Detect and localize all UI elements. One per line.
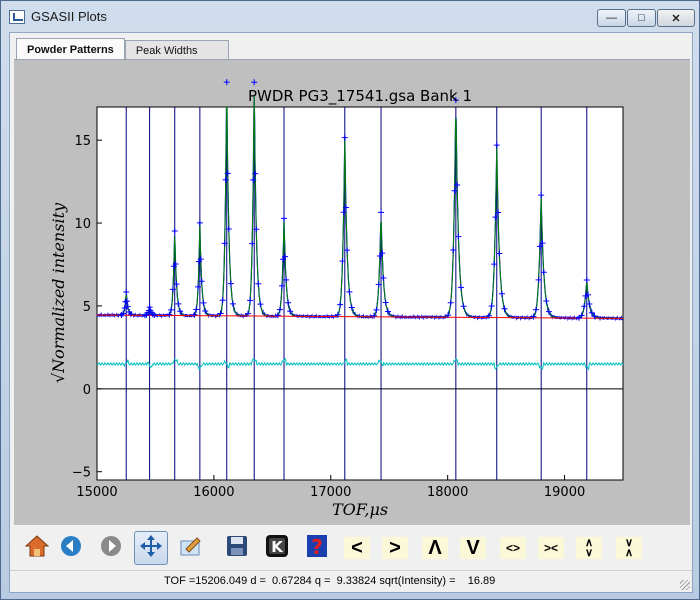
- arrow-right-icon: [98, 533, 124, 564]
- window-title: GSASII Plots: [31, 9, 107, 24]
- move-icon: [138, 533, 164, 564]
- y-tick-label: 5: [83, 300, 91, 315]
- contract-x-icon: ><: [538, 537, 564, 559]
- expand-x-button[interactable]: <>: [496, 531, 530, 565]
- tab-peak-widths[interactable]: Peak Widths: [124, 40, 229, 60]
- x-tick-label: 15000: [76, 485, 117, 500]
- contract-x-button[interactable]: ><: [534, 531, 568, 565]
- maximize-button[interactable]: □: [627, 9, 656, 27]
- shift-right-button[interactable]: >: [378, 531, 412, 565]
- observed-point: [223, 79, 230, 86]
- chart-title: PWDR PG3_17541.gsa Bank 1: [248, 87, 472, 106]
- x-tick-label: 17000: [310, 485, 351, 500]
- plot-toolbar: K? < > Λ V <> >< ∧ ∨ ∨ ∧: [14, 529, 690, 567]
- status-bar: TOF =15206.049 d = 0.67284 q = 9.33824 s…: [10, 570, 692, 592]
- configure-subplots-button[interactable]: [174, 531, 208, 565]
- y-axis-label: √Normalized intensity: [49, 202, 68, 383]
- x-tick-label: 19000: [544, 485, 585, 500]
- expand-x-icon: <>: [500, 537, 526, 559]
- plot-axes: [96, 106, 624, 481]
- shift-up-button[interactable]: Λ: [418, 531, 452, 565]
- powder-pattern-plot[interactable]: 15000 16000 17000 18000 19000 −5 0 5 10 15 PWDR P…: [14, 60, 690, 526]
- floppy-icon: [224, 533, 250, 564]
- minimize-button[interactable]: —: [597, 9, 626, 27]
- pan-button[interactable]: [134, 531, 168, 565]
- y-tick-label: −5: [72, 466, 91, 481]
- contract-y-icon: ∨ ∧: [616, 537, 642, 559]
- shift-left-icon: <: [344, 537, 370, 559]
- y-tick-label: 15: [74, 134, 91, 149]
- maximize-icon: □: [638, 12, 645, 24]
- save-button[interactable]: [220, 531, 254, 565]
- client-area: Powder Patterns Peak Widths 15000 16000 17…: [9, 32, 693, 593]
- app-icon: [9, 10, 25, 24]
- home-button[interactable]: [20, 531, 54, 565]
- tab-panel: 15000 16000 17000 18000 19000 −5 0 5 10 15 PWDR P…: [14, 59, 690, 525]
- y-tick-label: 10: [74, 217, 91, 232]
- home-icon: [24, 533, 50, 564]
- minimize-icon: —: [606, 12, 617, 24]
- key-press-button[interactable]: K: [260, 531, 294, 565]
- forward-button[interactable]: [94, 531, 128, 565]
- plot-window: GSASII Plots — □ ✕ Powder Patterns Peak …: [0, 0, 700, 600]
- contract-y-button[interactable]: ∨ ∧: [612, 531, 646, 565]
- svg-text:K: K: [271, 538, 284, 556]
- svg-text:?: ?: [311, 535, 323, 559]
- close-icon: ✕: [671, 12, 681, 25]
- tab-bar: Powder Patterns Peak Widths: [16, 38, 229, 60]
- subplots-icon: [178, 533, 204, 564]
- x-tick-label: 16000: [193, 485, 234, 500]
- shift-down-icon: V: [460, 537, 486, 559]
- x-axis-label: TOF,μs: [332, 500, 388, 519]
- shift-up-icon: Λ: [422, 537, 448, 559]
- k-key-icon: K: [264, 533, 290, 564]
- help-button[interactable]: ?: [300, 531, 334, 565]
- title-bar[interactable]: GSASII Plots — □ ✕: [1, 1, 699, 31]
- observed-point: [251, 79, 258, 86]
- close-button[interactable]: ✕: [657, 9, 695, 27]
- x-tick-label: 18000: [427, 485, 468, 500]
- help-icon: ?: [304, 533, 330, 564]
- expand-y-button[interactable]: ∧ ∨: [572, 531, 606, 565]
- shift-down-button[interactable]: V: [456, 531, 490, 565]
- arrow-left-icon: [58, 533, 84, 564]
- resize-grip-icon[interactable]: [680, 580, 690, 590]
- shift-right-icon: >: [382, 537, 408, 559]
- shift-left-button[interactable]: <: [340, 531, 374, 565]
- status-readout: TOF =15206.049 d = 0.67284 q = 9.33824 s…: [164, 575, 496, 587]
- tab-powder-patterns[interactable]: Powder Patterns: [16, 38, 125, 60]
- expand-y-icon: ∧ ∨: [576, 537, 602, 559]
- y-tick-label: 0: [83, 383, 91, 398]
- back-button[interactable]: [54, 531, 88, 565]
